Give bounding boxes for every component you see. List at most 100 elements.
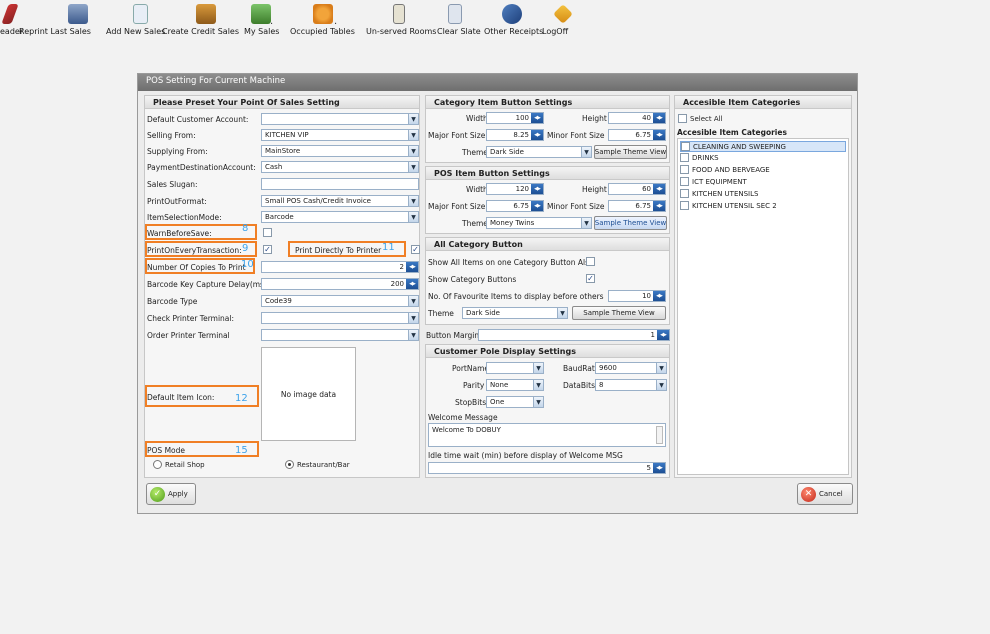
payment-destination-select[interactable]: Cash ▼	[261, 161, 419, 173]
receipt-icon	[502, 4, 522, 24]
spin-arrows-icon[interactable]: ◀▶	[531, 201, 543, 211]
show-all-items-checkbox[interactable]	[586, 257, 595, 266]
chevron-down-icon: ▼	[408, 296, 418, 306]
category-major-font-spinner[interactable]: 8.25 ◀▶	[486, 129, 544, 141]
toolbar-logoff-button[interactable]: LogOff	[542, 2, 578, 38]
select-all-checkbox[interactable]: Select All	[678, 114, 723, 123]
sales-slugan-input[interactable]	[261, 178, 419, 190]
copies-spinner[interactable]: 2 ◀▶	[261, 261, 419, 273]
spin-arrows-icon[interactable]: ◀▶	[653, 291, 665, 301]
pos-major-font-spinner[interactable]: 6.75 ◀▶	[486, 200, 544, 212]
spin-arrows-icon[interactable]: ◀▶	[653, 201, 665, 211]
default-customer-account-select[interactable]: ▼	[261, 113, 419, 125]
printout-format-select[interactable]: Small POS Cash/Credit Invoice ▼	[261, 195, 419, 207]
category-item[interactable]: FOOD AND BERVEAGE	[680, 165, 770, 174]
chevron-down-icon: ▼	[656, 380, 666, 390]
pos-width-spinner[interactable]: 120 ◀▶	[486, 183, 544, 195]
toolbar-other-receipts-button[interactable]: Other Receipts	[484, 2, 543, 38]
pos-height-spinner[interactable]: 60 ◀▶	[608, 183, 666, 195]
category-item[interactable]: KITCHEN UTENSIL SEC 2	[680, 201, 777, 210]
toolbar-clear-slate-button[interactable]: Clear Slate	[437, 2, 481, 38]
spin-arrows-icon[interactable]: ◀▶	[406, 262, 418, 272]
toolbar-my-sales-button[interactable]: . My Sales	[244, 2, 279, 38]
baudrate-select[interactable]: 9600 ▼	[595, 362, 667, 374]
spin-arrows-icon[interactable]: ◀▶	[531, 184, 543, 194]
cancel-button[interactable]: ✕ Cancel	[797, 483, 853, 505]
accessible-categories-panel: Accesible Item Categories Select All Acc…	[674, 95, 852, 478]
toolbar-reader-button[interactable]: eader	[0, 2, 23, 38]
chevron-down-icon: ▼	[408, 146, 418, 156]
check-printer-select[interactable]: ▼	[261, 312, 419, 324]
print-on-every-transaction-checkbox[interactable]: ✓	[263, 245, 272, 254]
category-item[interactable]: ICT EQUIPMENT	[680, 177, 747, 186]
chevron-down-icon: ▼	[408, 313, 418, 323]
category-item-button-heading: Category Item Button Settings	[426, 96, 669, 109]
selling-from-select[interactable]: KITCHEN VIP ▼	[261, 129, 419, 141]
supplying-from-select[interactable]: MainStore ▼	[261, 145, 419, 157]
spin-arrows-icon[interactable]: ◀▶	[657, 330, 669, 340]
barcode-delay-spinner[interactable]: 200 ◀▶	[261, 278, 419, 290]
spin-arrows-icon[interactable]: ◀▶	[653, 184, 665, 194]
pos-preset-panel: Please Preset Your Point Of Sales Settin…	[144, 95, 420, 478]
retail-shop-radio[interactable]: Retail Shop	[153, 460, 205, 469]
category-item[interactable]: KITCHEN UTENSILS	[680, 189, 758, 198]
category-item[interactable]: CLEANING AND SWEEPING	[680, 141, 846, 152]
toolbar-credit-sales-button[interactable]: Create Credit Sales	[162, 2, 239, 38]
spin-arrows-icon[interactable]: ◀▶	[531, 113, 543, 123]
spin-arrows-icon[interactable]: ◀▶	[653, 130, 665, 140]
pos-preset-heading: Please Preset Your Point Of Sales Settin…	[145, 96, 419, 109]
toolbar-occupied-tables-button[interactable]: . Occupied Tables	[290, 2, 355, 38]
pos-settings-dialog: POS Setting For Current Machine Please P…	[137, 73, 858, 514]
textarea-scrollbar[interactable]	[656, 426, 663, 444]
category-height-spinner[interactable]: 40 ◀▶	[608, 112, 666, 124]
category-minor-font-spinner[interactable]: 6.75 ◀▶	[608, 129, 666, 141]
order-printer-select[interactable]: ▼	[261, 329, 419, 341]
welcome-message-textarea[interactable]: Welcome To DOBUY	[428, 423, 666, 447]
spin-arrows-icon[interactable]: ◀▶	[653, 113, 665, 123]
pos-theme-select[interactable]: Money Twins ▼	[486, 217, 592, 229]
restaurant-bar-radio[interactable]: Restaurant/Bar	[285, 460, 350, 469]
spin-arrows-icon[interactable]: ◀▶	[406, 279, 418, 289]
logoff-icon	[553, 4, 573, 24]
clear-document-icon	[448, 4, 462, 24]
spin-arrows-icon[interactable]: ◀▶	[531, 130, 543, 140]
category-theme-select[interactable]: Dark Side ▼	[486, 146, 592, 158]
item-selection-mode-select[interactable]: Barcode ▼	[261, 211, 419, 223]
people-icon	[313, 4, 333, 24]
chevron-down-icon: ▼	[581, 147, 591, 157]
all-category-theme-select[interactable]: Dark Side ▼	[462, 307, 568, 319]
all-category-sample-theme-button[interactable]: Sample Theme View	[572, 306, 666, 320]
toolbar-reprint-button[interactable]: Reprint Last Sales	[19, 2, 102, 38]
default-item-icon-picture[interactable]: No image data	[261, 347, 356, 441]
print-directly-checkbox[interactable]: ✓	[411, 245, 420, 254]
category-item[interactable]: DRINKS	[680, 153, 719, 162]
radio-selected-icon	[285, 460, 294, 469]
pos-sample-theme-button[interactable]: Sample Theme View	[594, 216, 667, 230]
all-category-button-panel: All Category Button Show All Items on on…	[425, 237, 670, 325]
radio-icon	[153, 460, 162, 469]
annotation-box-9	[145, 241, 257, 257]
portname-select[interactable]: ▼	[486, 362, 544, 374]
category-item-button-panel: Category Item Button Settings Width 100 ◀…	[425, 95, 670, 163]
stopbits-select[interactable]: One ▼	[486, 396, 544, 408]
category-width-spinner[interactable]: 100 ◀▶	[486, 112, 544, 124]
barcode-type-select[interactable]: Code39 ▼	[261, 295, 419, 307]
chevron-down-icon: ▼	[408, 162, 418, 172]
button-margin-spinner[interactable]: 1 ◀▶	[478, 329, 670, 341]
show-category-buttons-checkbox[interactable]: ✓	[586, 274, 595, 283]
databits-select[interactable]: 8 ▼	[595, 379, 667, 391]
parity-select[interactable]: None ▼	[486, 379, 544, 391]
toolbar-add-new-sales-button[interactable]: Add New Sales	[106, 2, 165, 38]
spin-arrows-icon[interactable]: ◀▶	[653, 463, 665, 473]
toolbar-unserved-rooms-button[interactable]: Un-served Rooms	[366, 2, 436, 38]
idle-time-spinner[interactable]: 5 ◀▶	[428, 462, 666, 474]
document-icon	[132, 4, 148, 24]
chevron-down-icon: ▼	[408, 130, 418, 140]
pos-minor-font-spinner[interactable]: 6.75 ◀▶	[608, 200, 666, 212]
favourites-spinner[interactable]: 10 ◀▶	[608, 290, 666, 302]
chevron-down-icon: ▼	[557, 308, 567, 318]
category-sample-theme-button[interactable]: Sample Theme View	[594, 145, 667, 159]
apply-button[interactable]: ✓ Apply	[146, 483, 196, 505]
warn-before-save-checkbox[interactable]	[263, 228, 272, 237]
chevron-down-icon: ▼	[533, 380, 543, 390]
